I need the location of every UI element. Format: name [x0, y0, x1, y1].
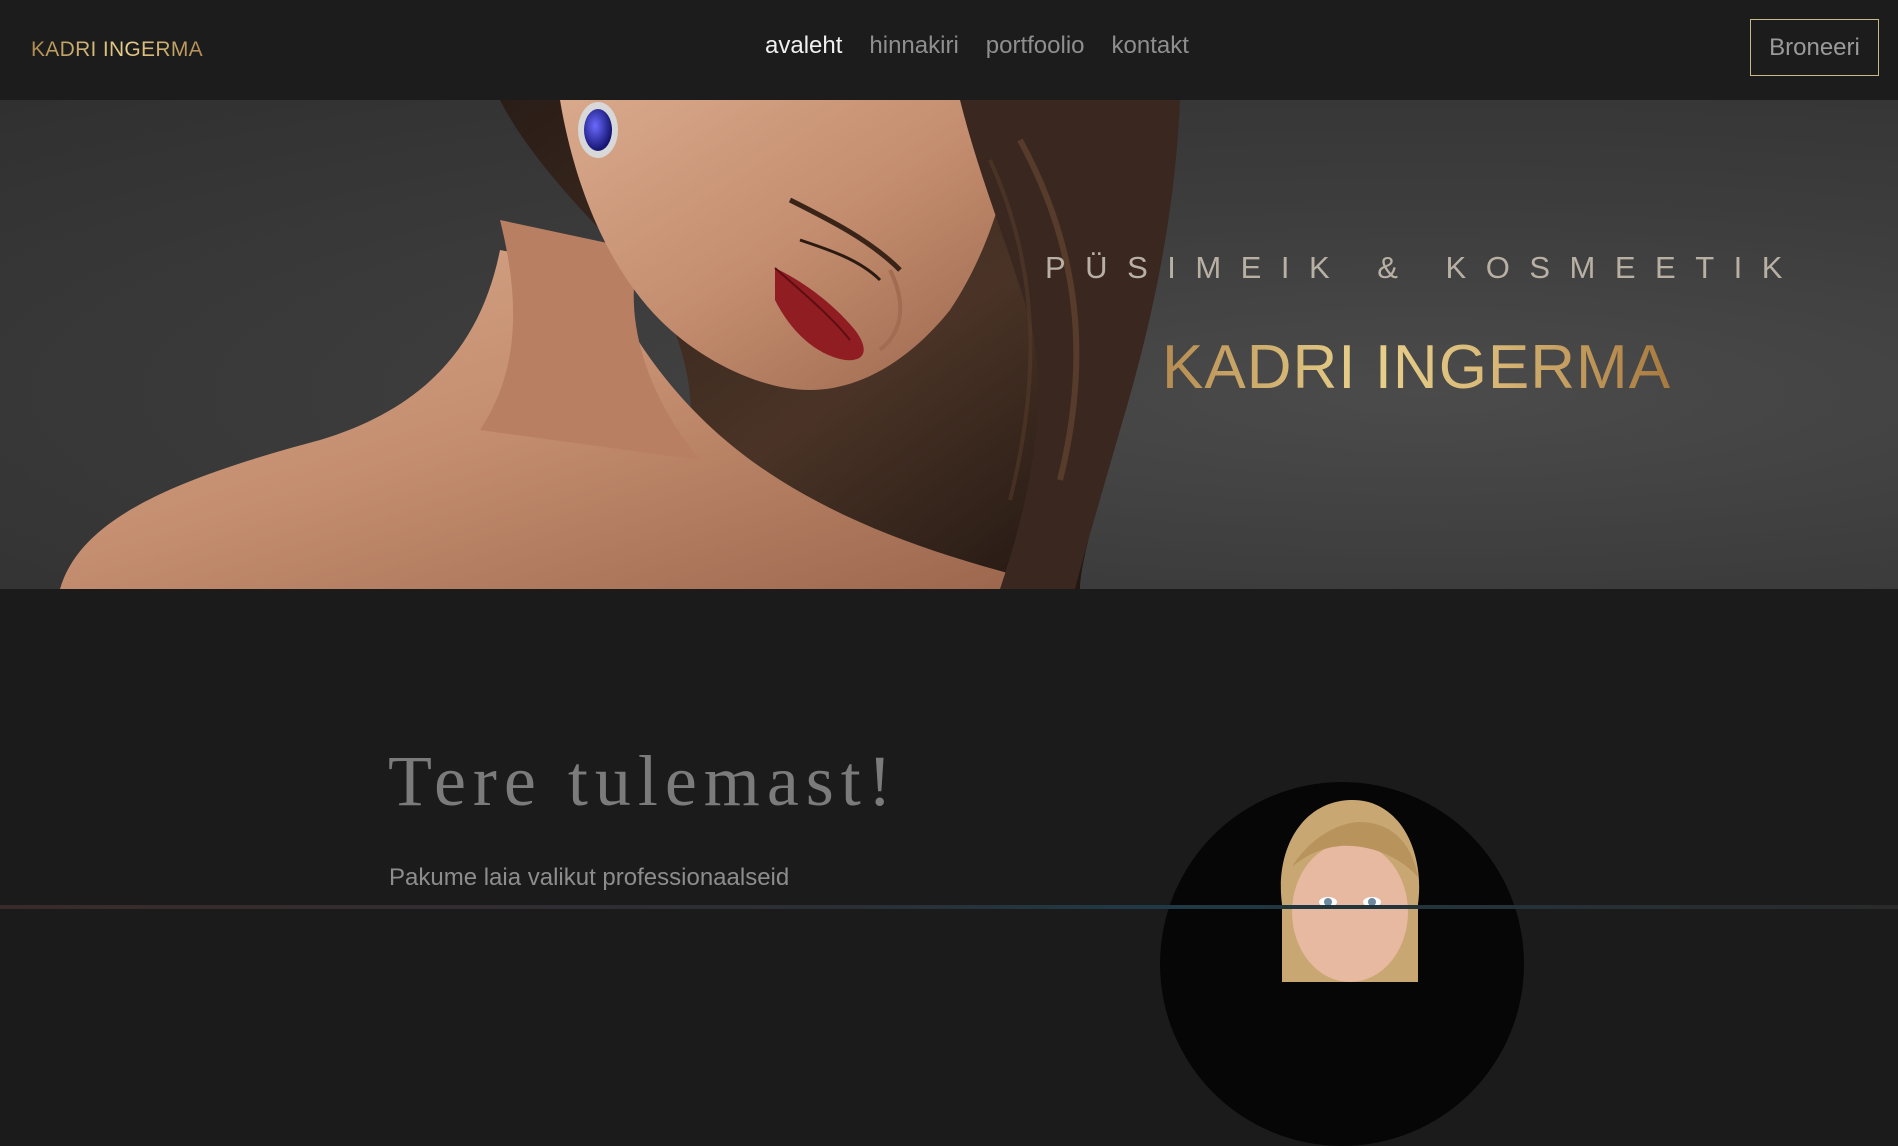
- hero-title: KADRI INGERMA: [1162, 333, 1672, 402]
- main-nav: avaleht hinnakiri portfoolio kontakt: [765, 32, 1189, 60]
- hero-subtitle: PÜSIMEIK & KOSMEETIK: [1045, 250, 1802, 285]
- bottom-strip: [0, 905, 1898, 909]
- welcome-title: Tere tulemast!: [388, 741, 899, 821]
- hero-banner: PÜSIMEIK & KOSMEETIK KADRI INGERMA: [0, 100, 1898, 589]
- book-button[interactable]: Broneeri: [1750, 19, 1879, 76]
- site-logo[interactable]: KADRI INGERMA: [31, 38, 203, 62]
- site-header: KADRI INGERMA avaleht hinnakiri portfool…: [0, 0, 1898, 100]
- nav-item-kontakt[interactable]: kontakt: [1112, 32, 1189, 60]
- welcome-text: Pakume laia valikut professionaalseid: [389, 864, 790, 891]
- nav-item-portfoolio[interactable]: portfoolio: [986, 32, 1085, 60]
- portrait-image: [1160, 782, 1524, 1146]
- nav-item-hinnakiri[interactable]: hinnakiri: [869, 32, 958, 60]
- nav-item-avaleht[interactable]: avaleht: [765, 32, 842, 60]
